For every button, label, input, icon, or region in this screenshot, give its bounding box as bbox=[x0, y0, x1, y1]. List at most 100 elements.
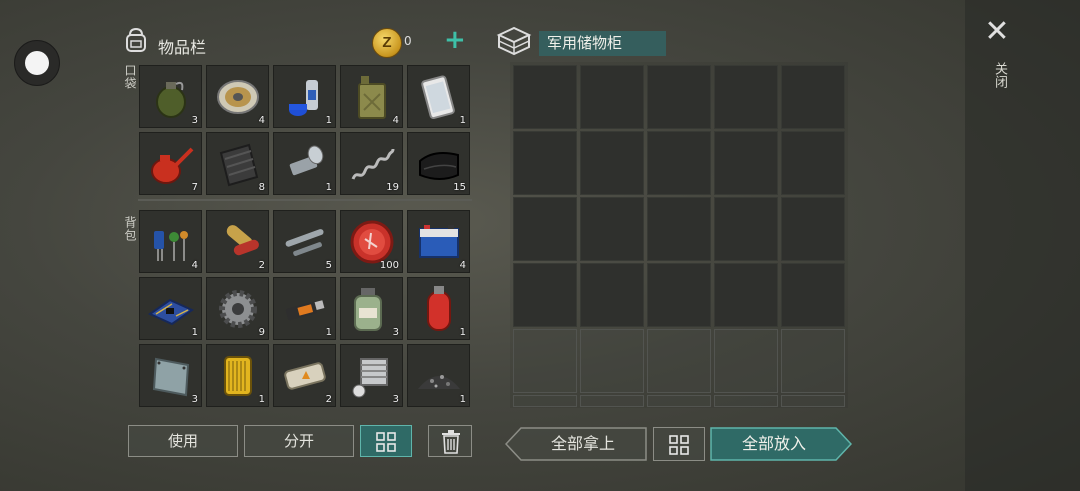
metal-sheet-roll-icon bbox=[219, 143, 259, 187]
item-slot-spray-can[interactable]: 1 bbox=[273, 65, 336, 128]
container-slot[interactable] bbox=[647, 131, 711, 195]
container-slot[interactable] bbox=[513, 329, 577, 393]
item-count: 3 bbox=[392, 327, 399, 338]
container-slot[interactable] bbox=[781, 65, 845, 129]
item-count: 4 bbox=[459, 260, 466, 271]
container-slot[interactable] bbox=[714, 131, 778, 195]
container-slot[interactable] bbox=[580, 131, 644, 195]
grid-sort-icon bbox=[376, 432, 396, 452]
item-slot-metal-plate[interactable]: 3 bbox=[139, 344, 202, 407]
item-slot-electronic-components[interactable]: 4 bbox=[139, 210, 202, 273]
trash-button[interactable] bbox=[428, 425, 472, 457]
item-slot-pipes[interactable]: 5 bbox=[273, 210, 336, 273]
container-slot[interactable] bbox=[580, 329, 644, 393]
close-icon[interactable]: ✕ bbox=[984, 17, 1010, 47]
item-count: 100 bbox=[379, 260, 399, 271]
item-slot-usb-drive[interactable]: 1 bbox=[273, 277, 336, 340]
container-slot[interactable] bbox=[513, 197, 577, 261]
put-all-button[interactable]: 全部放入 bbox=[711, 427, 837, 461]
section-divider bbox=[138, 199, 472, 201]
item-slot-gear[interactable]: 9 bbox=[206, 277, 269, 340]
container-slot[interactable] bbox=[580, 197, 644, 261]
item-slot-flashlight[interactable]: 1 bbox=[273, 132, 336, 195]
container-slot[interactable] bbox=[580, 263, 644, 327]
item-count: 1 bbox=[325, 115, 332, 126]
item-slot-spring[interactable]: 19 bbox=[340, 132, 403, 195]
item-count: 1 bbox=[191, 327, 198, 338]
container-slot[interactable] bbox=[580, 65, 644, 129]
container-slot[interactable] bbox=[647, 395, 711, 407]
container-slot[interactable] bbox=[781, 395, 845, 407]
grenade-icon bbox=[156, 81, 186, 118]
item-slot-smartphone[interactable]: 1 bbox=[407, 65, 470, 128]
metal-plate-icon bbox=[152, 357, 190, 397]
item-count: 4 bbox=[191, 260, 198, 271]
gas-cylinder-icon bbox=[427, 286, 451, 331]
container-slot[interactable] bbox=[781, 263, 845, 327]
backpack-label: 背包 bbox=[123, 216, 137, 242]
item-slot-wire-spool[interactable]: 4 bbox=[206, 65, 269, 128]
item-count: 1 bbox=[459, 394, 466, 405]
sort-grid-button[interactable] bbox=[360, 425, 412, 457]
item-count: 1 bbox=[459, 327, 466, 338]
item-slot-oil-filter[interactable]: 1 bbox=[206, 344, 269, 407]
pocket-label: 口袋 bbox=[123, 64, 137, 90]
jerrycan-icon bbox=[358, 76, 386, 119]
container-slot[interactable] bbox=[714, 65, 778, 129]
container-slot[interactable] bbox=[647, 263, 711, 327]
container-slot[interactable] bbox=[580, 395, 644, 407]
item-count: 15 bbox=[453, 182, 466, 193]
close-label: 关闭 bbox=[992, 62, 1007, 88]
item-count: 3 bbox=[392, 394, 399, 405]
item-slot-car-battery[interactable]: 4 bbox=[407, 210, 470, 273]
item-slot-engine-cylinder[interactable]: 3 bbox=[340, 344, 403, 407]
item-slot-metal-sheet-roll[interactable]: 8 bbox=[206, 132, 269, 195]
split-button[interactable]: 分开 bbox=[244, 425, 354, 457]
item-count: 19 bbox=[386, 182, 399, 193]
container-slot[interactable] bbox=[647, 329, 711, 393]
item-slot-explosive-bar[interactable]: 2 bbox=[273, 344, 336, 407]
container-slot[interactable] bbox=[647, 197, 711, 261]
item-slot-circuit-board[interactable]: 1 bbox=[139, 277, 202, 340]
item-count: 7 bbox=[191, 182, 198, 193]
container-slot[interactable] bbox=[714, 329, 778, 393]
item-slot-pills[interactable]: 2 bbox=[206, 210, 269, 273]
container-slot[interactable] bbox=[513, 395, 577, 407]
item-slot-leather[interactable]: 15 bbox=[407, 132, 470, 195]
container-slot[interactable] bbox=[647, 65, 711, 129]
take-all-button[interactable]: 全部拿上 bbox=[520, 427, 646, 461]
container-slot[interactable] bbox=[513, 131, 577, 195]
container-slot[interactable] bbox=[513, 263, 577, 327]
gear-icon bbox=[219, 290, 257, 328]
coin-count: 0 bbox=[404, 34, 412, 48]
oil-filter-icon bbox=[224, 356, 252, 396]
item-slot-oil-can[interactable]: 7 bbox=[139, 132, 202, 195]
item-count: 4 bbox=[258, 115, 265, 126]
pills-icon bbox=[226, 225, 259, 256]
right-side-strip bbox=[965, 0, 1080, 491]
record-button[interactable] bbox=[14, 40, 60, 86]
container-slot[interactable] bbox=[714, 263, 778, 327]
use-button[interactable]: 使用 bbox=[128, 425, 238, 457]
item-count: 2 bbox=[325, 394, 332, 405]
item-slot-bottle-cap[interactable]: 100 bbox=[340, 210, 403, 273]
container-slot[interactable] bbox=[781, 197, 845, 261]
item-slot-chemical-jar[interactable]: 3 bbox=[340, 277, 403, 340]
item-slot-grenade[interactable]: 3 bbox=[139, 65, 202, 128]
item-slot-gas-cylinder[interactable]: 1 bbox=[407, 277, 470, 340]
chemical-jar-icon bbox=[354, 288, 382, 331]
item-slot-gravel[interactable]: 1 bbox=[407, 344, 470, 407]
item-slot-jerrycan[interactable]: 4 bbox=[340, 65, 403, 128]
add-coins-button[interactable]: + bbox=[444, 26, 466, 54]
container-slot[interactable] bbox=[781, 131, 845, 195]
container-sort-button[interactable] bbox=[653, 427, 705, 461]
container-slot[interactable] bbox=[714, 197, 778, 261]
container-slot[interactable] bbox=[513, 65, 577, 129]
car-battery-icon bbox=[419, 225, 459, 258]
item-count: 1 bbox=[258, 394, 265, 405]
container-slot[interactable] bbox=[781, 329, 845, 393]
record-dot-icon bbox=[25, 51, 49, 75]
item-count: 3 bbox=[191, 394, 198, 405]
container-slot[interactable] bbox=[714, 395, 778, 407]
flashlight-icon bbox=[289, 145, 324, 176]
